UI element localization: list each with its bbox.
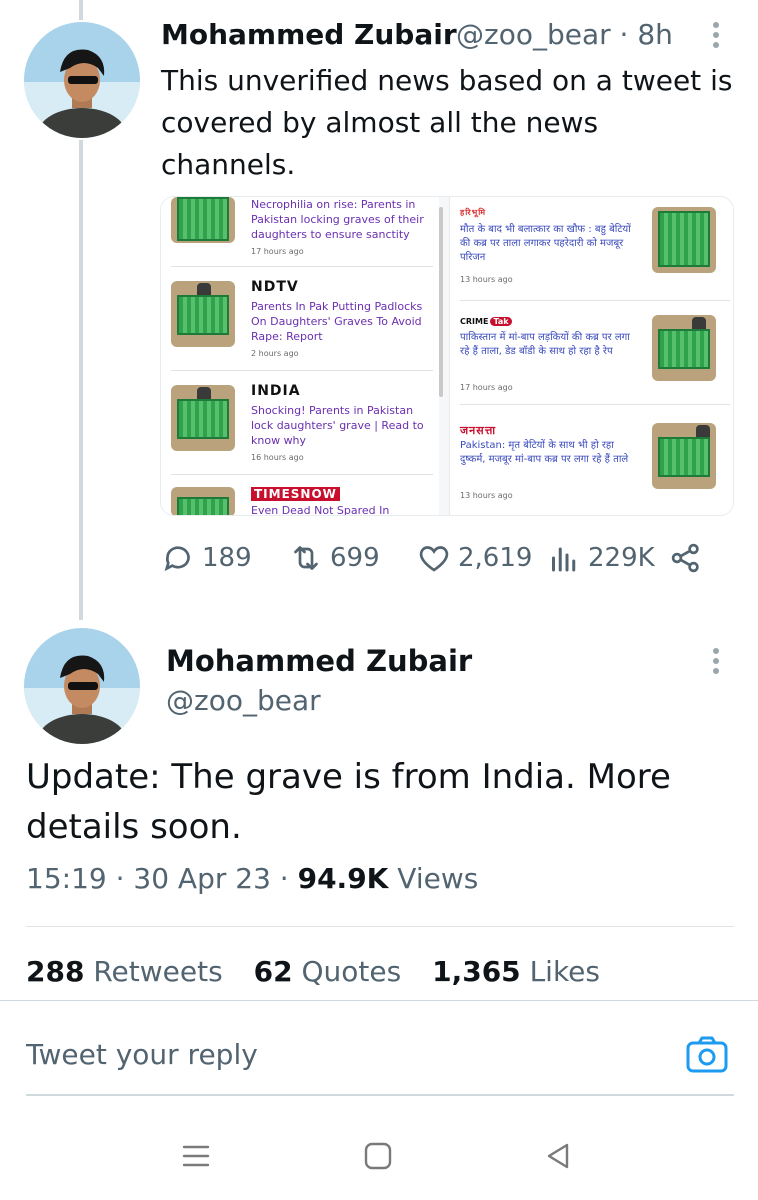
- views-count: 229K: [588, 543, 655, 573]
- reply-button[interactable]: 189: [160, 540, 252, 576]
- news-brand: हरिभूमि: [460, 208, 487, 217]
- avatar[interactable]: [24, 628, 140, 744]
- avatar[interactable]: [24, 22, 140, 138]
- share-button[interactable]: [668, 540, 704, 576]
- news-age: 13 hours ago: [460, 275, 513, 284]
- more-icon[interactable]: [710, 648, 722, 678]
- retweet-button[interactable]: 699: [288, 540, 380, 576]
- news-thumbnail: [171, 197, 235, 243]
- news-thumbnail: [171, 385, 235, 451]
- reply-count: 189: [202, 543, 252, 573]
- reply-icon: [164, 546, 190, 572]
- news-brand: NDTV: [251, 279, 299, 295]
- news-age: 16 hours ago: [251, 453, 304, 462]
- system-nav-bar: [0, 1110, 758, 1200]
- likes-stat[interactable]: 1,365 Likes: [432, 955, 600, 988]
- tweet-text: Update: The grave is from India. More de…: [26, 757, 671, 847]
- news-headline: Shocking! Parents in Pakistan lock daugh…: [251, 404, 424, 447]
- thread-connector: [79, 140, 83, 620]
- views-count: 94.9K: [297, 862, 389, 895]
- retweet-icon: [294, 546, 318, 570]
- news-card: हरिभूमि मौत के बाद भी बलात्कार का खौफ : …: [460, 203, 730, 301]
- news-card: TIMESNOW Even Dead Not Spared In: [171, 481, 433, 516]
- divider: [26, 926, 734, 927]
- views-icon: [552, 547, 576, 572]
- author-handle-time: @zoo_bear · 8h: [456, 18, 673, 51]
- more-icon[interactable]: [710, 22, 722, 52]
- news-thumbnail: [171, 281, 235, 347]
- tweet-text: This unverified news based on a tweet is…: [161, 64, 733, 181]
- news-headline: पाकिस्तान में मां-बाप लड़कियों की कब्र प…: [460, 332, 630, 357]
- news-age: 17 hours ago: [460, 383, 513, 392]
- home-icon[interactable]: [360, 1138, 396, 1174]
- reply-underline: [26, 1094, 734, 1096]
- news-card: CRIME Tak पाकिस्तान में मां-बाप लड़कियों …: [460, 307, 730, 405]
- author-handle[interactable]: @zoo_bear: [166, 684, 321, 717]
- news-brand: TIMESNOW: [251, 487, 340, 501]
- news-headline: मौत के बाद भी बलात्कार का खौफ : बहु बेटि…: [460, 224, 631, 263]
- tweet-stats: 288 Retweets 62 Quotes 1,365 Likes: [26, 955, 600, 988]
- news-card: INDIA Shocking! Parents in Pakistan lock…: [171, 375, 433, 475]
- news-thumbnail: [652, 207, 716, 273]
- retweets-stat[interactable]: 288 Retweets: [26, 955, 223, 988]
- news-card: Necrophilia on rise: Parents in Pakistan…: [171, 197, 433, 267]
- back-icon[interactable]: [540, 1138, 576, 1174]
- news-brand: INDIA: [251, 383, 301, 399]
- news-headline: Parents In Pak Putting Padlocks On Daugh…: [251, 300, 423, 343]
- news-thumbnail: [652, 315, 716, 381]
- author-name[interactable]: Mohammed Zubair: [161, 18, 457, 51]
- tweet-actions: 189 699 2,619 229K: [160, 540, 740, 584]
- news-card: जनसत्ता Pakistan: मृत बेटियों के साथ भी …: [460, 411, 730, 511]
- tweet-media-image[interactable]: Necrophilia on rise: Parents in Pakistan…: [160, 196, 734, 516]
- retweet-count: 699: [330, 543, 380, 573]
- views-button[interactable]: 229K: [546, 540, 655, 576]
- share-icon: [671, 543, 699, 573]
- news-brand: जनसत्ता: [460, 424, 497, 437]
- news-age: 13 hours ago: [460, 491, 513, 500]
- camera-icon[interactable]: [686, 1035, 728, 1075]
- reply-input[interactable]: Tweet your reply: [26, 1038, 258, 1071]
- like-icon: [419, 546, 449, 572]
- news-age: 17 hours ago: [251, 247, 304, 256]
- thread-connector-top: [79, 0, 83, 20]
- news-age: 2 hours ago: [251, 349, 299, 358]
- tweet-timestamp: 15:19 · 30 Apr 23 · 94.9K Views: [26, 862, 479, 895]
- quotes-stat[interactable]: 62 Quotes: [254, 955, 402, 988]
- media-right-column: हरिभूमि मौत के बाद भी बलात्कार का खौफ : …: [449, 197, 733, 515]
- media-scrollbar: [439, 207, 443, 397]
- media-left-column: Necrophilia on rise: Parents in Pakistan…: [161, 197, 443, 516]
- news-brand: CRIME Tak: [460, 317, 512, 326]
- news-headline: Even Dead Not Spared In: [251, 504, 390, 516]
- like-button[interactable]: 2,619: [416, 540, 532, 576]
- news-thumbnail: [652, 423, 716, 489]
- news-headline: Necrophilia on rise: Parents in Pakistan…: [251, 198, 424, 241]
- like-count: 2,619: [458, 543, 533, 573]
- author-name[interactable]: Mohammed Zubair: [166, 644, 472, 678]
- news-thumbnail: [171, 487, 235, 515]
- news-card: NDTV Parents In Pak Putting Padlocks On …: [171, 271, 433, 371]
- news-headline: Pakistan: मृत बेटियों के साथ भी हो रहा द…: [460, 440, 629, 465]
- menu-icon[interactable]: [178, 1138, 214, 1174]
